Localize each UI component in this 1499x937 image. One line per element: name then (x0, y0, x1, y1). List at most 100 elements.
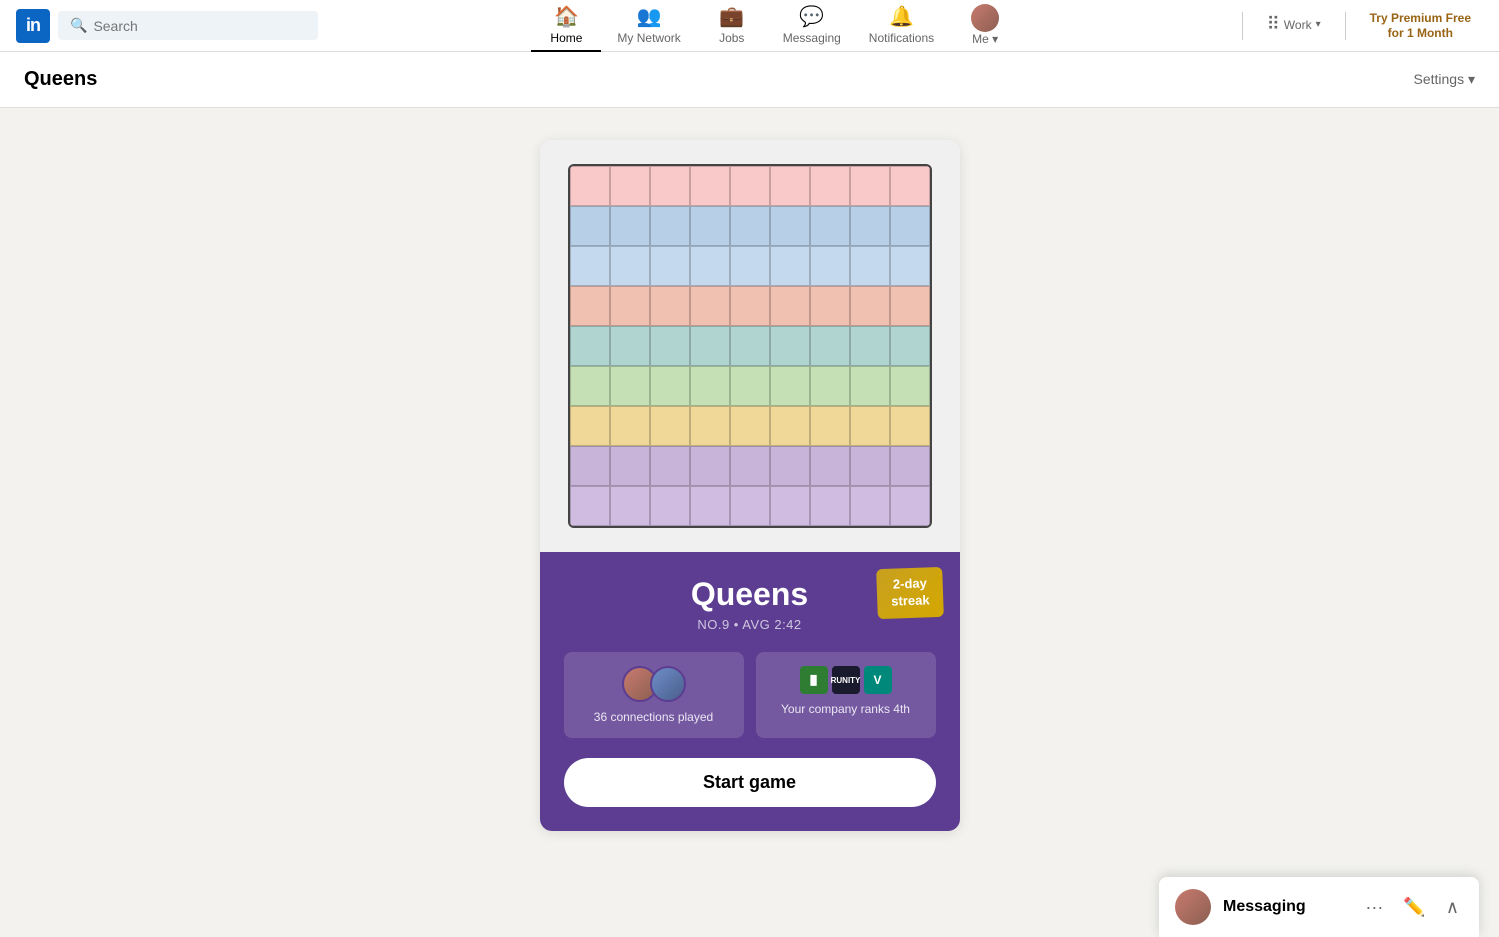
messaging-widget: Messaging ··· ✏️ ∧ (1159, 877, 1479, 937)
grid-cell-5-7[interactable] (850, 366, 890, 406)
nav-item-notifications[interactable]: 🔔 Notifications (857, 0, 946, 52)
grid-cell-2-6[interactable] (810, 246, 850, 286)
grid-cell-0-7[interactable] (850, 166, 890, 206)
grid-cell-7-0[interactable] (570, 446, 610, 486)
grid-cell-1-8[interactable] (890, 206, 930, 246)
settings-button[interactable]: Settings ▾ (1413, 71, 1475, 88)
grid-cell-2-1[interactable] (610, 246, 650, 286)
queens-grid[interactable] (568, 164, 932, 528)
grid-cell-4-3[interactable] (690, 326, 730, 366)
grid-cell-8-1[interactable] (610, 486, 650, 526)
grid-cell-8-3[interactable] (690, 486, 730, 526)
grid-cell-6-8[interactable] (890, 406, 930, 446)
grid-cell-5-1[interactable] (610, 366, 650, 406)
nav-item-network[interactable]: 👥 My Network (605, 0, 692, 52)
grid-cell-8-8[interactable] (890, 486, 930, 526)
grid-cell-6-2[interactable] (650, 406, 690, 446)
grid-cell-4-5[interactable] (770, 326, 810, 366)
search-input[interactable] (93, 18, 306, 34)
grid-cell-4-4[interactable] (730, 326, 770, 366)
grid-cell-1-7[interactable] (850, 206, 890, 246)
grid-cell-2-5[interactable] (770, 246, 810, 286)
settings-label: Settings ▾ (1413, 71, 1475, 88)
grid-cell-1-1[interactable] (610, 206, 650, 246)
grid-cell-4-8[interactable] (890, 326, 930, 366)
grid-cell-8-5[interactable] (770, 486, 810, 526)
grid-cell-8-6[interactable] (810, 486, 850, 526)
grid-cell-3-8[interactable] (890, 286, 930, 326)
linkedin-logo[interactable]: in (16, 9, 50, 43)
grid-cell-4-6[interactable] (810, 326, 850, 366)
grid-cell-5-5[interactable] (770, 366, 810, 406)
grid-cell-0-1[interactable] (610, 166, 650, 206)
grid-cell-5-2[interactable] (650, 366, 690, 406)
nav-item-home[interactable]: 🏠 Home (531, 0, 601, 52)
grid-cell-8-7[interactable] (850, 486, 890, 526)
grid-cell-7-8[interactable] (890, 446, 930, 486)
grid-cell-2-3[interactable] (690, 246, 730, 286)
grid-cell-8-4[interactable] (730, 486, 770, 526)
grid-cell-5-6[interactable] (810, 366, 850, 406)
grid-cell-3-6[interactable] (810, 286, 850, 326)
grid-cell-7-5[interactable] (770, 446, 810, 486)
premium-button[interactable]: Try Premium Free for 1 Month (1358, 5, 1483, 46)
start-game-button[interactable]: Start game (564, 758, 936, 807)
grid-cell-8-2[interactable] (650, 486, 690, 526)
grid-cell-1-5[interactable] (770, 206, 810, 246)
nav-item-messaging[interactable]: 💬 Messaging (771, 0, 853, 52)
grid-cell-2-0[interactable] (570, 246, 610, 286)
grid-cell-1-2[interactable] (650, 206, 690, 246)
grid-cell-3-3[interactable] (690, 286, 730, 326)
messaging-more-button[interactable]: ··· (1361, 893, 1387, 922)
grid-cell-2-8[interactable] (890, 246, 930, 286)
grid-cell-2-2[interactable] (650, 246, 690, 286)
nav-item-me[interactable]: Me ▾ (950, 0, 1020, 52)
grid-cell-5-3[interactable] (690, 366, 730, 406)
grid-cell-2-7[interactable] (850, 246, 890, 286)
grid-cell-3-0[interactable] (570, 286, 610, 326)
grid-cell-4-1[interactable] (610, 326, 650, 366)
grid-cell-6-6[interactable] (810, 406, 850, 446)
grid-cell-6-7[interactable] (850, 406, 890, 446)
grid-cell-4-0[interactable] (570, 326, 610, 366)
grid-cell-1-0[interactable] (570, 206, 610, 246)
grid-cell-2-4[interactable] (730, 246, 770, 286)
grid-cell-4-2[interactable] (650, 326, 690, 366)
grid-cell-0-6[interactable] (810, 166, 850, 206)
grid-cell-7-6[interactable] (810, 446, 850, 486)
grid-cell-5-8[interactable] (890, 366, 930, 406)
grid-cell-3-5[interactable] (770, 286, 810, 326)
grid-cell-0-8[interactable] (890, 166, 930, 206)
grid-cell-6-4[interactable] (730, 406, 770, 446)
grid-cell-0-0[interactable] (570, 166, 610, 206)
grid-cell-6-1[interactable] (610, 406, 650, 446)
grid-cell-7-3[interactable] (690, 446, 730, 486)
messaging-collapse-button[interactable]: ∧ (1442, 893, 1463, 922)
grid-cell-6-5[interactable] (770, 406, 810, 446)
grid-cell-3-2[interactable] (650, 286, 690, 326)
grid-cell-5-0[interactable] (570, 366, 610, 406)
grid-cell-7-2[interactable] (650, 446, 690, 486)
grid-cell-0-3[interactable] (690, 166, 730, 206)
messaging-compose-button[interactable]: ✏️ (1399, 893, 1429, 922)
grid-cell-7-1[interactable] (610, 446, 650, 486)
grid-cell-7-7[interactable] (850, 446, 890, 486)
grid-cell-7-4[interactable] (730, 446, 770, 486)
nav-item-jobs[interactable]: 💼 Jobs (697, 0, 767, 52)
streak-badge: 2-day streak (876, 567, 944, 619)
grid-cell-0-4[interactable] (730, 166, 770, 206)
grid-cell-3-7[interactable] (850, 286, 890, 326)
grid-cell-5-4[interactable] (730, 366, 770, 406)
grid-cell-3-1[interactable] (610, 286, 650, 326)
grid-cell-1-6[interactable] (810, 206, 850, 246)
nav-item-work[interactable]: ⠿ Work ▾ (1255, 0, 1333, 52)
grid-cell-1-4[interactable] (730, 206, 770, 246)
grid-cell-8-0[interactable] (570, 486, 610, 526)
grid-cell-0-2[interactable] (650, 166, 690, 206)
grid-cell-1-3[interactable] (690, 206, 730, 246)
grid-cell-6-3[interactable] (690, 406, 730, 446)
grid-cell-0-5[interactable] (770, 166, 810, 206)
grid-cell-6-0[interactable] (570, 406, 610, 446)
grid-cell-4-7[interactable] (850, 326, 890, 366)
grid-cell-3-4[interactable] (730, 286, 770, 326)
